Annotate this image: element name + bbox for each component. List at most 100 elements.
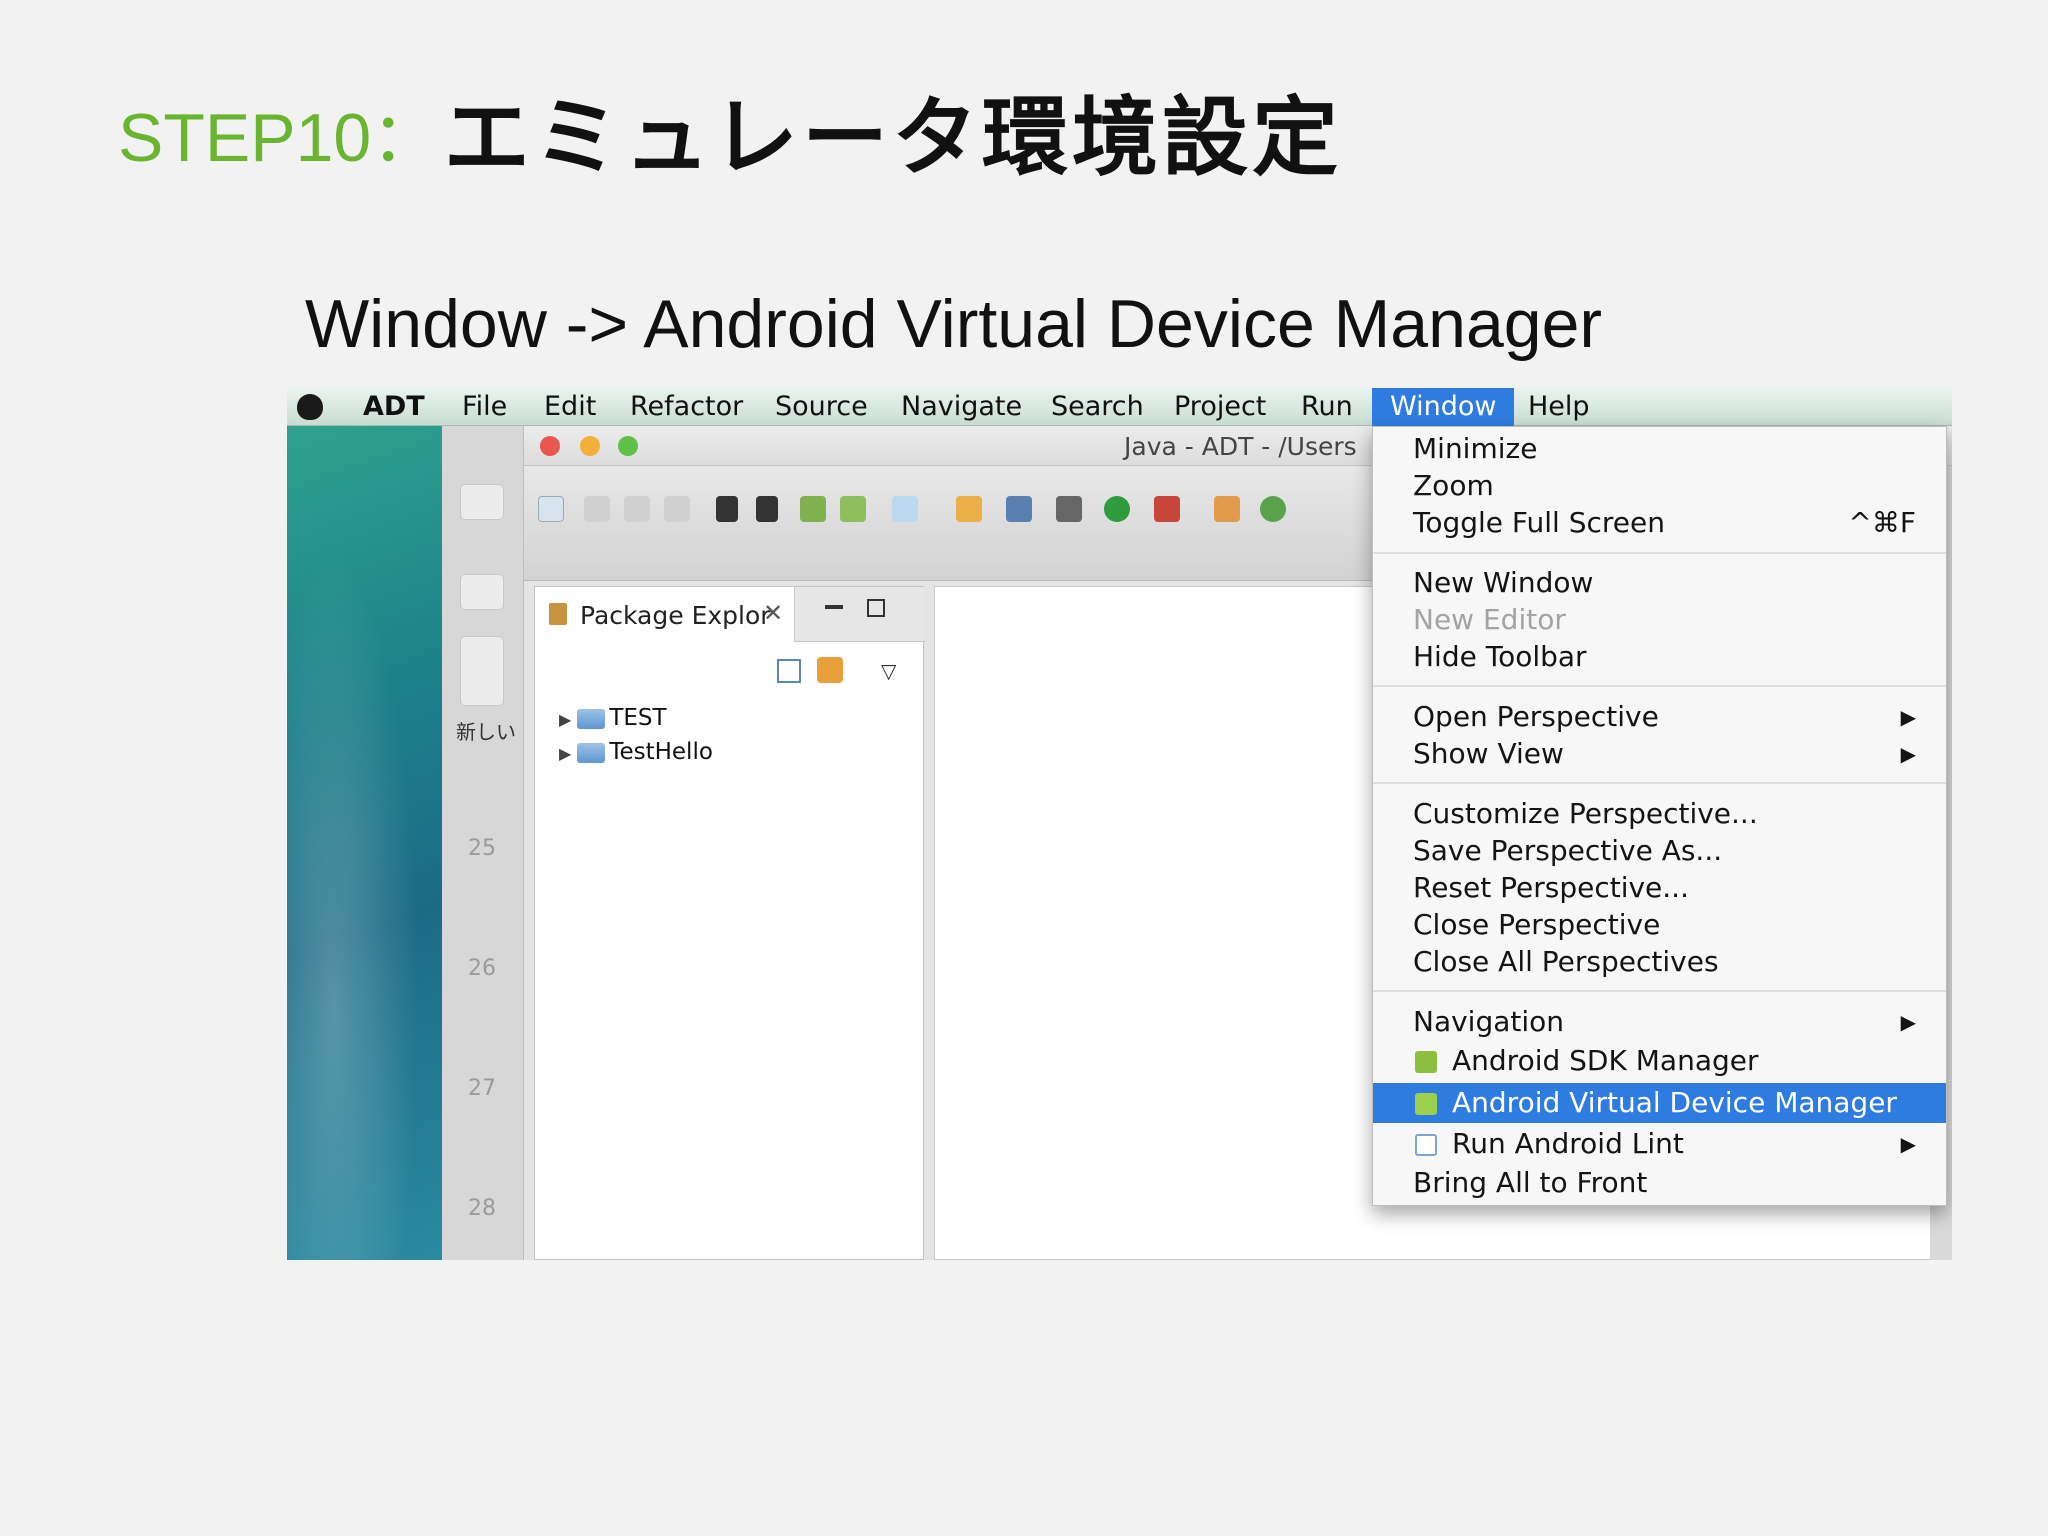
print-icon[interactable] (664, 496, 690, 522)
maximize-view-icon[interactable] (867, 599, 885, 617)
menu-window[interactable]: Window (1372, 388, 1515, 426)
menu-project[interactable]: Project (1174, 388, 1266, 426)
project-name: TEST (609, 705, 667, 731)
collapse-all-icon[interactable] (777, 659, 801, 683)
menu-item-android-sdk-manager[interactable]: Android SDK Manager (1373, 1043, 1946, 1079)
background-window-strip: 新しい 25 26 27 28 (442, 426, 524, 1260)
menu-item-show-view[interactable]: Show View ▶ (1373, 736, 1946, 772)
slide-title-main: エミュレータ環境設定 (443, 90, 1342, 186)
view-controls (795, 587, 925, 642)
menu-separator (1373, 782, 1946, 784)
external-tools-icon[interactable] (1154, 496, 1180, 522)
menu-item-shortcut: ^⌘F (1848, 506, 1916, 539)
upload-icon[interactable] (716, 496, 738, 522)
menu-item-navigation[interactable]: Navigation ▶ (1373, 1004, 1946, 1040)
link-with-editor-icon[interactable] (817, 657, 843, 683)
zoom-window-button[interactable] (618, 436, 638, 456)
project-item[interactable]: ▶ TEST (559, 705, 667, 731)
new-class-icon[interactable] (1214, 496, 1240, 522)
new-icon[interactable] (460, 636, 504, 706)
menu-file[interactable]: File (462, 388, 507, 426)
new-label: 新しい (456, 720, 516, 744)
menu-item-reset-perspective[interactable]: Reset Perspective... (1373, 870, 1946, 906)
refresh-icon[interactable] (1260, 496, 1286, 522)
submenu-arrow-icon: ▶ (1900, 705, 1916, 729)
menu-item-run-android-lint[interactable]: Run Android Lint ▶ (1373, 1126, 1946, 1162)
menu-separator (1373, 685, 1946, 687)
menu-item-label: Run Android Lint (1452, 1127, 1684, 1160)
menu-refactor[interactable]: Refactor (630, 388, 743, 426)
menu-run[interactable]: Run (1301, 388, 1353, 426)
view-menu-icon[interactable]: ▽ (881, 659, 896, 683)
submenu-arrow-icon: ▶ (1900, 1010, 1916, 1034)
new-android-project-icon[interactable] (956, 496, 982, 522)
menu-item-label: New Editor (1413, 603, 1566, 636)
menu-navigate[interactable]: Navigate (901, 388, 1022, 426)
menu-item-open-perspective[interactable]: Open Perspective ▶ (1373, 699, 1946, 735)
minimize-view-icon[interactable] (825, 605, 843, 609)
menubar-app-name[interactable]: ADT (363, 388, 425, 426)
menu-item-minimize[interactable]: Minimize (1373, 431, 1946, 467)
lint-icon[interactable] (892, 496, 918, 522)
avd-manager-icon[interactable] (840, 496, 866, 522)
project-folder-icon (577, 708, 606, 729)
menu-item-label: Android SDK Manager (1452, 1044, 1759, 1077)
debug-icon[interactable] (1056, 496, 1082, 522)
menu-item-hide-toolbar[interactable]: Hide Toolbar (1373, 639, 1946, 675)
package-explorer-icon (549, 603, 567, 625)
close-icon[interactable]: ✕ (763, 599, 783, 627)
new-wizard-icon[interactable] (538, 496, 564, 522)
window-title: Java - ADT - /Users (1124, 432, 1357, 461)
menu-source[interactable]: Source (775, 388, 868, 426)
menu-item-label: Customize Perspective... (1413, 797, 1758, 830)
menu-item-bring-all-to-front[interactable]: Bring All to Front (1373, 1165, 1946, 1201)
save-icon[interactable] (584, 496, 610, 522)
menu-item-save-perspective-as[interactable]: Save Perspective As... (1373, 833, 1946, 869)
package-explorer-tab[interactable]: Package Explor ✕ (535, 587, 795, 642)
menu-item-new-window[interactable]: New Window (1373, 565, 1946, 601)
submenu-arrow-icon: ▶ (1900, 1132, 1916, 1156)
close-window-button[interactable] (540, 436, 560, 456)
submenu-arrow-icon: ▶ (1900, 742, 1916, 766)
line-number: 27 (468, 1076, 496, 1101)
mac-menubar: ADT File Edit Refactor Source Navigate S… (287, 388, 1952, 426)
download-icon[interactable] (756, 496, 778, 522)
run-icon[interactable] (1104, 496, 1130, 522)
menu-item-toggle-full-screen[interactable]: Toggle Full Screen ^⌘F (1373, 505, 1946, 541)
expand-arrow-icon[interactable]: ▶ (559, 744, 571, 763)
project-folder-icon (577, 742, 606, 763)
slide-title-prefix: STEP10： (118, 100, 440, 176)
sdk-manager-icon[interactable] (800, 496, 826, 522)
package-explorer-panel: Package Explor ✕ ▽ ▶ TEST ▶ TestHello (534, 586, 925, 1260)
line-number: 28 (468, 1196, 496, 1221)
save-all-icon[interactable] (624, 496, 650, 522)
menu-item-android-virtual-device-manager[interactable]: Android Virtual Device Manager (1373, 1083, 1946, 1123)
apple-icon[interactable] (297, 394, 323, 420)
menu-item-label: Zoom (1413, 469, 1494, 502)
slide-subtitle: Window -> Android Virtual Device Manager (305, 286, 1603, 362)
menu-item-customize-perspective[interactable]: Customize Perspective... (1373, 796, 1946, 832)
menu-item-close-perspective[interactable]: Close Perspective (1373, 907, 1946, 943)
menu-item-label: Toggle Full Screen (1413, 506, 1665, 539)
menu-item-close-all-perspectives[interactable]: Close All Perspectives (1373, 944, 1946, 980)
adt-screenshot: ADT File Edit Refactor Source Navigate S… (287, 388, 1952, 1260)
menu-item-label: Bring All to Front (1413, 1166, 1648, 1199)
expand-arrow-icon[interactable]: ▶ (559, 710, 571, 729)
menu-help[interactable]: Help (1528, 388, 1590, 426)
menu-item-new-editor: New Editor (1373, 602, 1946, 638)
line-number: 26 (468, 956, 496, 981)
menu-item-label: New Window (1413, 566, 1594, 599)
menu-edit[interactable]: Edit (544, 388, 596, 426)
back-window-button[interactable] (460, 484, 504, 520)
menu-item-label: Close Perspective (1413, 908, 1661, 941)
minimize-window-button[interactable] (580, 436, 600, 456)
menu-search[interactable]: Search (1051, 388, 1144, 426)
menu-item-label: Hide Toolbar (1413, 640, 1587, 673)
project-item[interactable]: ▶ TestHello (559, 739, 713, 765)
home-icon[interactable] (460, 574, 504, 610)
menu-item-label: Show View (1413, 737, 1564, 770)
menu-item-zoom[interactable]: Zoom (1373, 468, 1946, 504)
slide-title: STEP10： エミュレータ環境設定 (118, 95, 1342, 181)
toggle-breakpoint-icon[interactable] (1006, 496, 1032, 522)
menu-separator (1373, 552, 1946, 554)
